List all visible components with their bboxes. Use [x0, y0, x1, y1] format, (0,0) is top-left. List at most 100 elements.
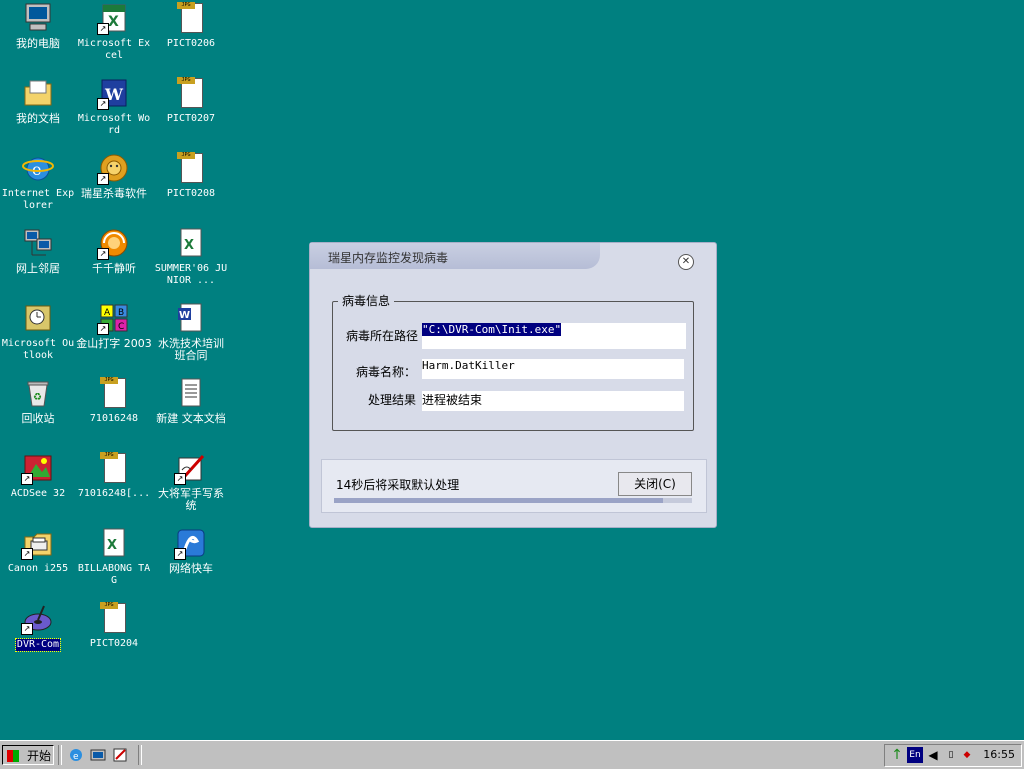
close-icon[interactable]: ✕	[678, 254, 694, 270]
desktop-icon-label: Microsoft Excel	[77, 38, 151, 61]
system-tray: ↑ En ◀ ▯ ◆ 16:55	[884, 744, 1022, 767]
desktop-icon-label: 金山打字 2003	[76, 337, 152, 350]
desktop-icon-network[interactable]: 网上邻居	[0, 227, 76, 275]
desktop-icon-pict0207[interactable]: JPG PICT0207	[153, 77, 229, 125]
desktop-icon-label: Canon i255	[7, 563, 69, 574]
path-label: 病毒所在路径	[346, 329, 419, 343]
desktop-icon-label: 回收站	[21, 412, 55, 425]
desktop-icon-new-text[interactable]: 新建 文本文档	[153, 377, 229, 425]
notepad-quicklaunch-icon[interactable]	[112, 747, 128, 763]
svg-text:C: C	[118, 322, 124, 332]
input-method-indicator[interactable]: En	[907, 747, 923, 763]
internet-explorer-icon: e	[22, 152, 54, 184]
ie-quicklaunch-icon[interactable]: e	[68, 747, 84, 763]
excel-icon: X ↗	[97, 2, 130, 35]
result-field[interactable]: 进程被结束	[422, 391, 684, 411]
desktop-icon-ttplayer[interactable]: ↗ 千千静听	[76, 227, 152, 275]
desktop-icon-summer06[interactable]: X SUMMER'06 JUNIOR ...	[153, 227, 229, 287]
desktop-icon-word[interactable]: W ↗ Microsoft Word	[76, 77, 152, 137]
desktop-icon-acdsee[interactable]: ↗ ACDSee 32	[0, 452, 76, 500]
flashget-icon: ↗	[174, 527, 207, 560]
desktop-icon-label: 71016248	[89, 413, 139, 424]
shortcut-arrow-icon: ↗	[21, 473, 33, 485]
shortcut-arrow-icon: ↗	[97, 98, 109, 110]
desktop-icon-label: 新建 文本文档	[156, 412, 226, 425]
desktop-icon-label: 网络快车	[169, 562, 213, 575]
svg-text:e: e	[73, 752, 79, 762]
folder-icon	[22, 77, 54, 109]
desktop-icon-billabong[interactable]: X BILLABONG TAG	[76, 527, 152, 587]
shortcut-arrow-icon: ↗	[21, 623, 33, 635]
recycle-bin-icon: ♻	[22, 377, 54, 409]
desktop-icon-pict0206[interactable]: JPG PICT0206	[153, 2, 229, 50]
excel-file-icon: X	[175, 227, 207, 259]
show-desktop-icon[interactable]	[90, 747, 106, 763]
desktop-icon-ie[interactable]: e Internet Explorer	[0, 152, 76, 212]
text-file-icon	[175, 377, 207, 409]
desktop-icon-71016248-copy[interactable]: JPG 71016248[...	[76, 452, 152, 500]
printer-folder-icon: ↗	[21, 527, 54, 560]
path-field[interactable]: "C:\DVR-Com\Init.exe"	[422, 323, 686, 349]
start-button[interactable]: 开始	[2, 745, 54, 765]
desktop-icon-label: PICT0207	[166, 113, 216, 124]
desktop-icon-label: SUMMER'06 JUNIOR ...	[154, 263, 228, 286]
desktop-icon-my-documents[interactable]: 我的文档	[0, 77, 76, 125]
desktop-icon-label: DVR-Com	[14, 638, 62, 652]
word-file-icon: W	[175, 302, 207, 334]
desktop-icon-recycle-bin[interactable]: ♻ 回收站	[0, 377, 76, 425]
desktop-icon-typing[interactable]: ABC ↗ 金山打字 2003	[76, 302, 152, 350]
virus-name-field[interactable]: Harm.DatKiller	[422, 359, 684, 379]
mouse-tray-icon[interactable]: ▯	[943, 747, 959, 763]
svg-text:W: W	[179, 310, 190, 321]
pen-pad-icon: ↗	[174, 452, 207, 485]
taskbar-separator	[138, 745, 142, 765]
desktop-icon-pict0204[interactable]: JPG PICT0204	[76, 602, 152, 650]
desktop-icon-flashget[interactable]: ↗ 网络快车	[153, 527, 229, 575]
jpg-file-icon: JPG	[98, 602, 130, 634]
svg-text:e: e	[32, 160, 41, 179]
abc-blocks-icon: ABC ↗	[97, 302, 130, 335]
desktop-icon-rising-antivirus[interactable]: ↗ 瑞星杀毒软件	[76, 152, 152, 200]
desktop-icon-label: 网上邻居	[16, 262, 60, 275]
dvr-disc-icon: ↗	[21, 602, 54, 635]
desktop-icon-label: 水洗技术培训班合同	[158, 337, 224, 362]
shortcut-arrow-icon: ↗	[97, 248, 109, 260]
desktop-icon-my-computer[interactable]: 我的电脑	[0, 2, 76, 50]
shortcut-arrow-icon: ↗	[174, 548, 186, 560]
windows-logo-icon	[7, 750, 19, 762]
rising-tray-icon[interactable]: ◆	[959, 747, 975, 763]
virus-name-value: Harm.DatKiller	[422, 359, 515, 372]
desktop-icon-outlook[interactable]: Microsoft Outlook	[0, 302, 76, 362]
word-icon: W ↗	[97, 77, 130, 110]
volume-icon[interactable]: ◀	[925, 747, 941, 763]
countdown-progress	[334, 498, 692, 503]
path-value: "C:\DVR-Com\Init.exe"	[422, 323, 562, 336]
desktop-icon-canon[interactable]: ↗ Canon i255	[0, 527, 76, 575]
jpg-file-icon: JPG	[175, 2, 207, 34]
desktop-icon-label: Internet Explorer	[1, 188, 75, 211]
close-button[interactable]: 关闭(C)	[618, 472, 692, 496]
acdsee-icon: ↗	[21, 452, 54, 485]
desktop-icon-label: ACDSee 32	[10, 488, 66, 499]
dialog-title-bar[interactable]: 瑞星内存监控发现病毒	[310, 243, 600, 269]
desktop-icon-label: 瑞星杀毒软件	[81, 187, 147, 200]
desktop-icon-label: PICT0206	[166, 38, 216, 49]
svg-text:X: X	[107, 538, 117, 553]
desktop-icon-handwriting[interactable]: ↗ 大将军手写系统	[153, 452, 229, 512]
taskbar-separator	[58, 745, 62, 765]
result-label: 处理结果	[368, 393, 417, 407]
desktop-icon-contract-doc[interactable]: W 水洗技术培训班合同	[153, 302, 229, 362]
desktop-icon-label: 我的文档	[16, 112, 60, 125]
network-tray-icon[interactable]: ↑	[889, 747, 905, 763]
desktop-icon-71016248[interactable]: JPG 71016248	[76, 377, 152, 425]
desktop-icon-label: Microsoft Word	[77, 113, 151, 136]
desktop-icon-excel[interactable]: X ↗ Microsoft Excel	[76, 2, 152, 62]
desktop-icon-dvr-com[interactable]: ↗ DVR-Com	[0, 602, 76, 652]
clock: 16:55	[983, 748, 1015, 761]
shortcut-arrow-icon: ↗	[97, 323, 109, 335]
desktop-icon-pict0208[interactable]: JPG PICT0208	[153, 152, 229, 200]
desktop-icon-label: BILLABONG TAG	[77, 563, 151, 586]
desktop-icon-label: 大将军手写系统	[158, 487, 224, 512]
result-value: 进程被结束	[422, 393, 483, 407]
rising-lion-icon: ↗	[97, 152, 130, 185]
